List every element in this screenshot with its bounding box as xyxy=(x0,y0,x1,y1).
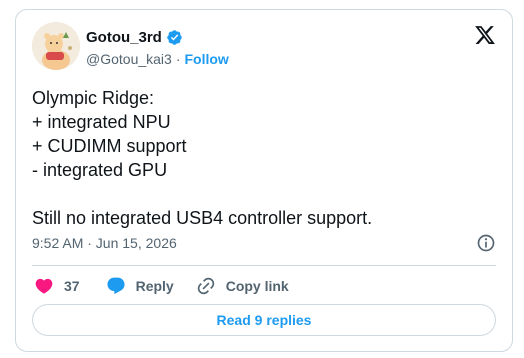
link-icon xyxy=(197,277,214,295)
reply-button[interactable]: Reply xyxy=(106,276,174,296)
author-handle[interactable]: @Gotou_kai3 xyxy=(86,51,172,67)
tweet-line: Olympic Ridge: xyxy=(32,88,155,108)
author-name-row: Gotou_3rd xyxy=(86,27,183,47)
author-handle-row: @Gotou_kai3 · Follow xyxy=(86,49,229,69)
avatar[interactable] xyxy=(32,22,80,70)
tweet-timestamp[interactable]: 9:52 AM · Jun 15, 2026 xyxy=(32,235,177,251)
tweet-line: Still no integrated USB4 controller supp… xyxy=(32,208,373,228)
tweet-actions: 37 Reply Copy link xyxy=(34,274,289,298)
info-icon[interactable] xyxy=(476,233,496,253)
x-logo-icon[interactable] xyxy=(474,24,496,46)
tweet-line: - integrated GPU xyxy=(32,160,168,180)
like-button[interactable]: 37 xyxy=(34,276,80,296)
tweet-text: Olympic Ridge: + integrated NPU + CUDIMM… xyxy=(32,86,502,230)
verified-badge-icon xyxy=(166,29,183,46)
embedded-tweet-card: Gotou_3rd @Gotou_kai3 · Follow Olympic R… xyxy=(15,9,513,352)
copy-link-label: Copy link xyxy=(225,278,289,294)
like-count: 37 xyxy=(64,278,80,294)
separator-dot: · xyxy=(175,51,181,67)
reply-label: Reply xyxy=(135,278,174,294)
read-replies-button[interactable]: Read 9 replies xyxy=(32,304,496,336)
divider xyxy=(32,265,496,266)
avatar-drawing-icon xyxy=(32,22,80,70)
heart-icon xyxy=(35,278,53,294)
tweet-line: + integrated NPU xyxy=(32,112,171,132)
speech-bubble-icon xyxy=(107,277,125,295)
author-display-name[interactable]: Gotou_3rd xyxy=(86,29,162,46)
tweet-line: + CUDIMM support xyxy=(32,136,187,156)
follow-button[interactable]: Follow xyxy=(185,51,229,67)
copy-link-button[interactable]: Copy link xyxy=(196,276,289,296)
